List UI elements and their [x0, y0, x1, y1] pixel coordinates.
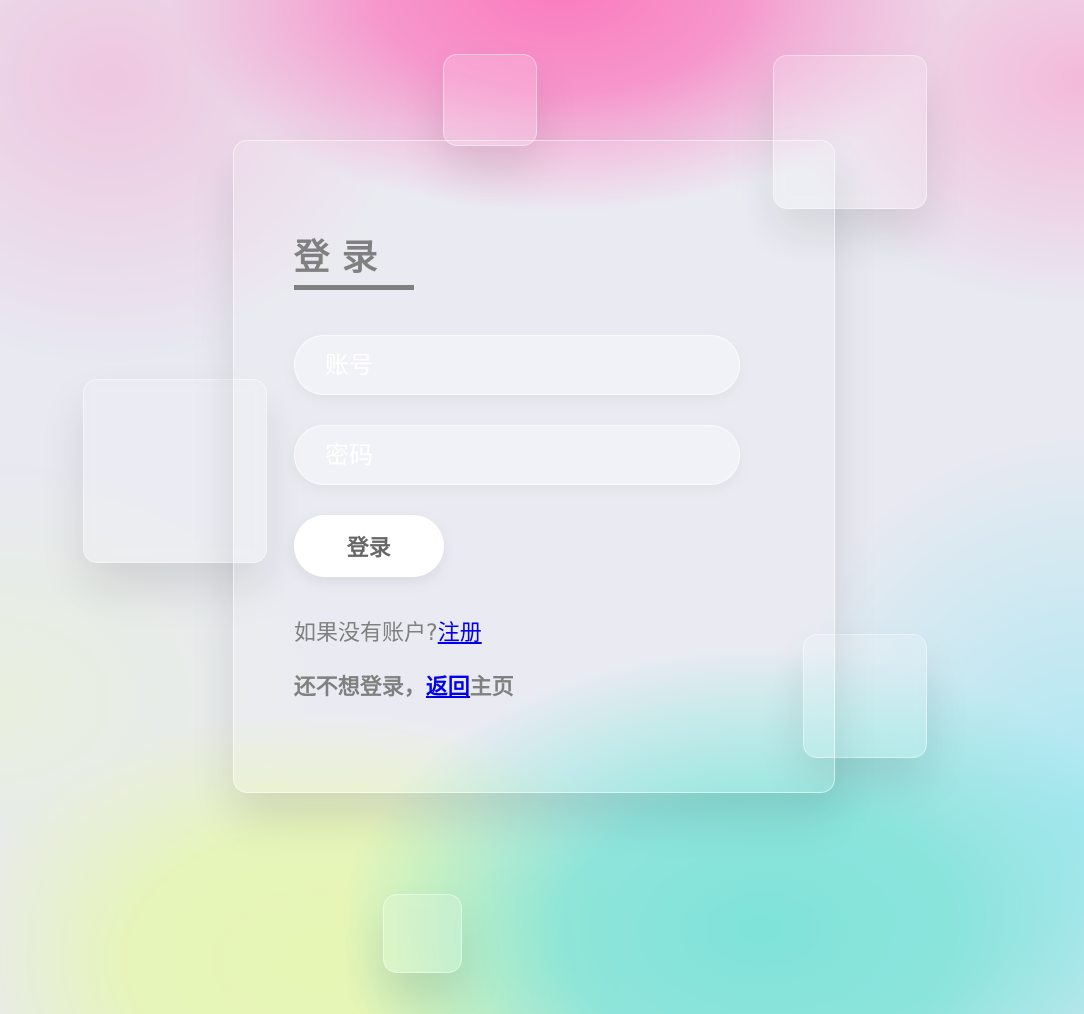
login-card: 登录 登录 如果没有账户?注册 还不想登录，返回主页 [233, 140, 835, 793]
home-prompt: 还不想登录，返回主页 [294, 673, 774, 703]
decorative-glass-square [443, 54, 537, 146]
login-button[interactable]: 登录 [294, 515, 444, 577]
register-prompt-text: 如果没有账户? [294, 621, 438, 646]
decorative-glass-square [383, 894, 462, 973]
home-prompt-prefix: 还不想登录， [294, 675, 427, 700]
username-input[interactable] [294, 335, 740, 395]
login-title-text: 登录 [294, 237, 391, 278]
home-link[interactable]: 返回 [426, 675, 470, 700]
register-link[interactable]: 注册 [438, 621, 482, 646]
home-prompt-suffix: 主页 [470, 675, 515, 700]
password-input[interactable] [294, 425, 740, 485]
register-prompt: 如果没有账户?注册 [294, 619, 774, 649]
login-title: 登录 [294, 234, 414, 290]
title-underline [294, 285, 414, 290]
